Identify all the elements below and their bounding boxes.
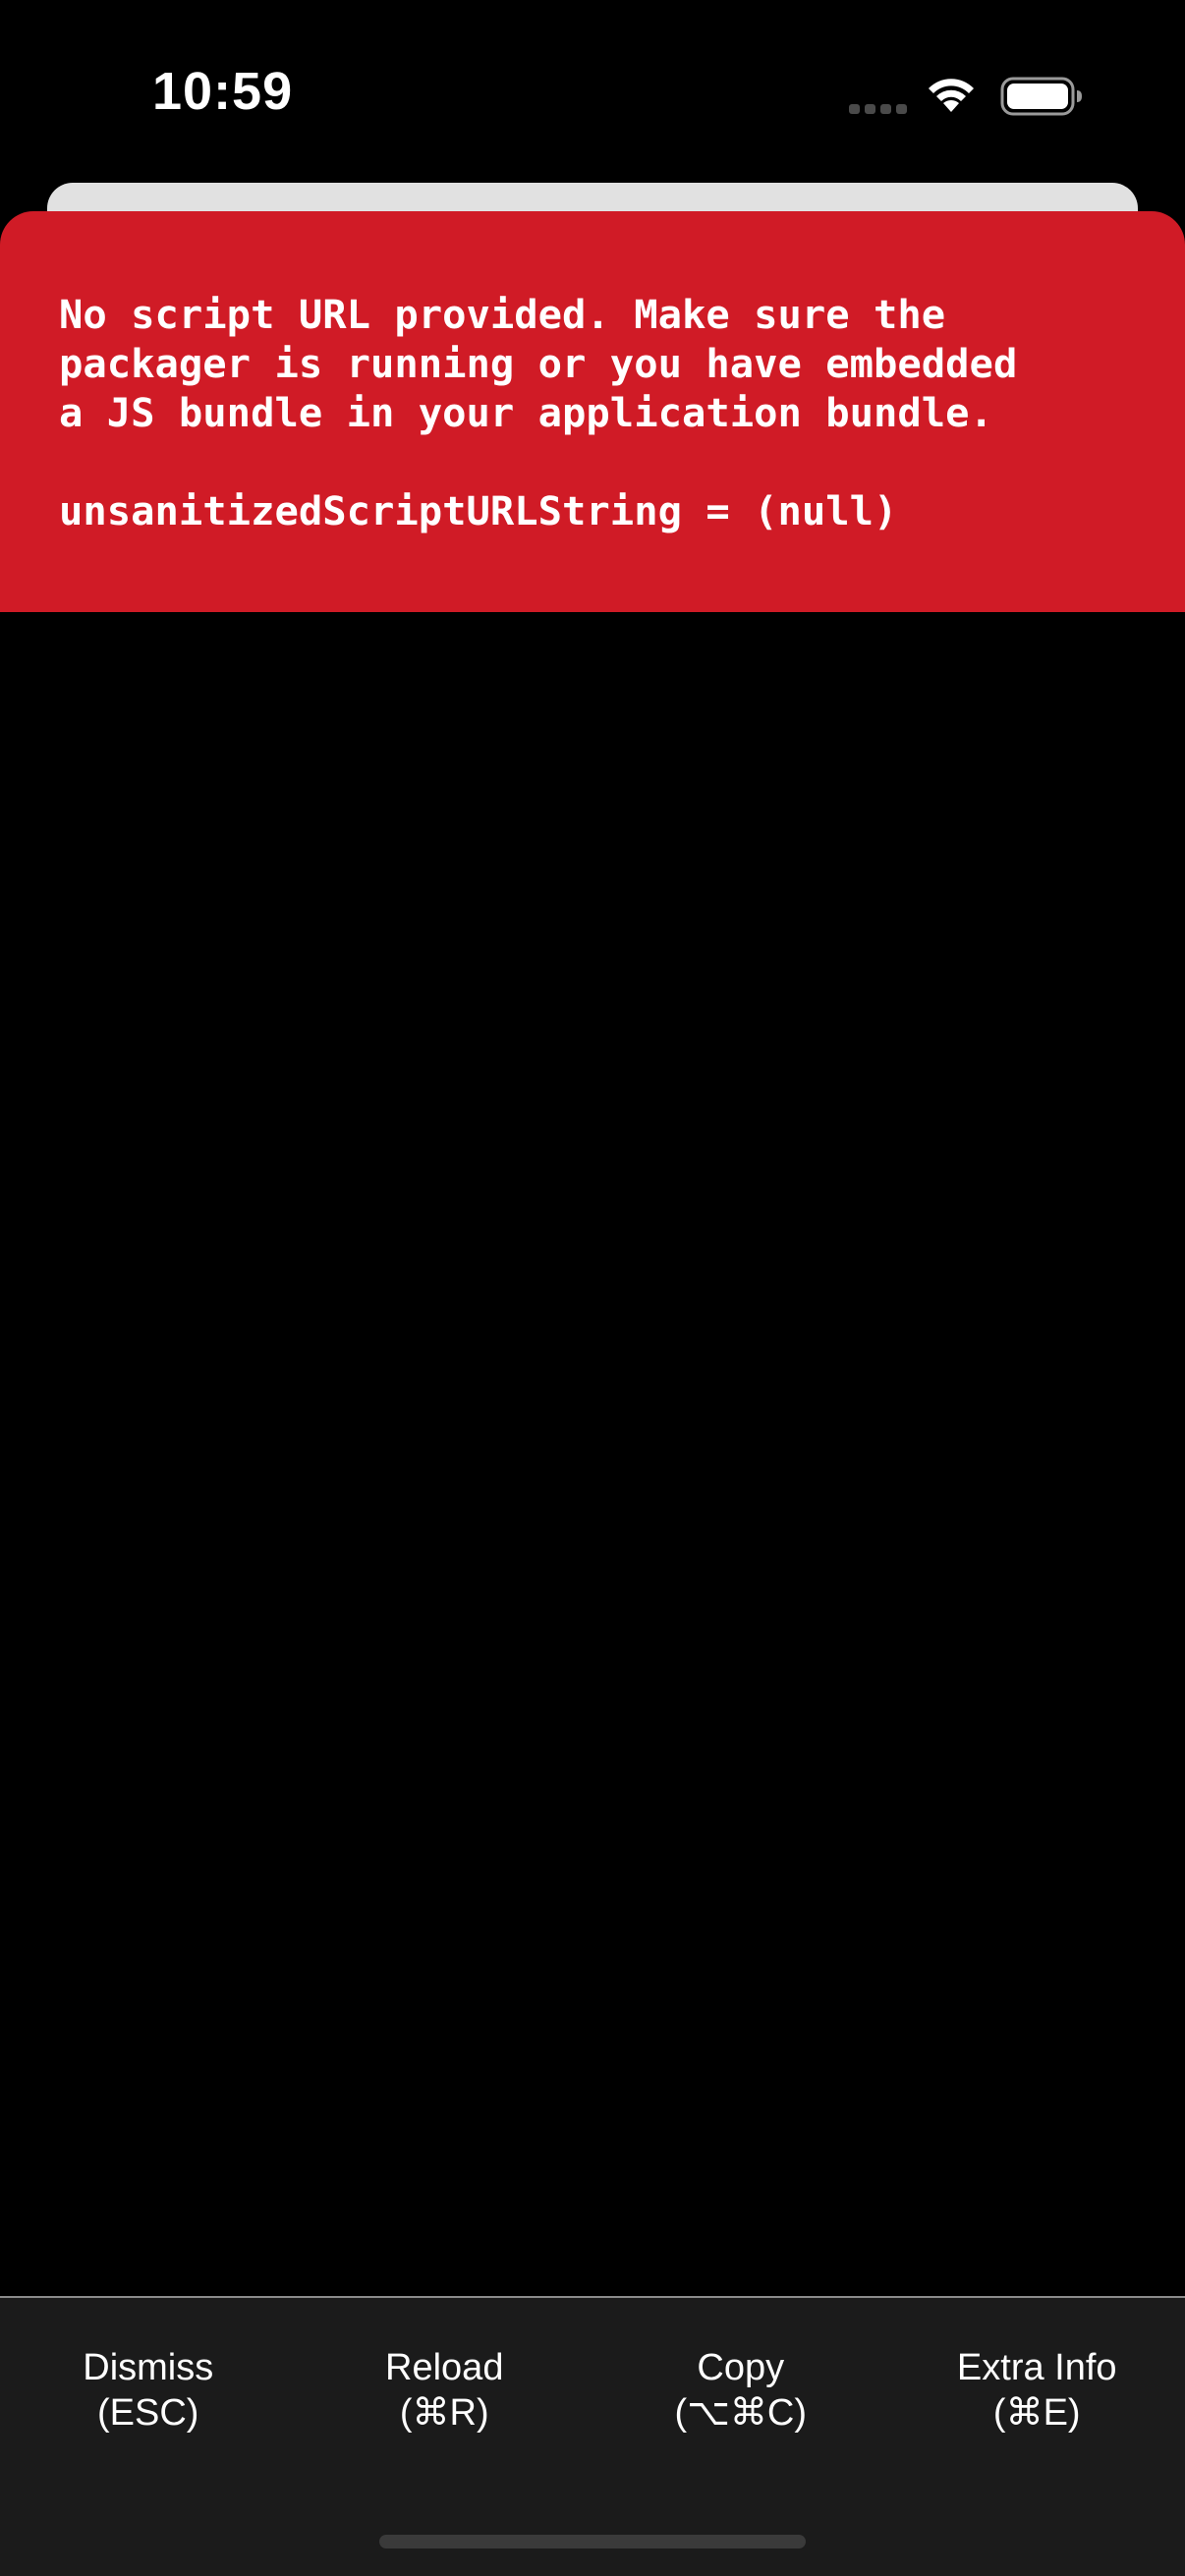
extra-info-button[interactable]: Extra Info (⌘E) <box>889 2345 1185 2436</box>
reload-shortcut: (⌘R) <box>399 2392 489 2434</box>
copy-button[interactable]: Copy (⌥⌘C) <box>592 2345 889 2436</box>
status-bar: 10:59 <box>0 0 1185 187</box>
extra-info-label: Extra Info <box>956 2347 1117 2388</box>
reload-label: Reload <box>385 2347 504 2388</box>
extra-info-shortcut: (⌘E) <box>992 2392 1081 2434</box>
reload-button[interactable]: Reload (⌘R) <box>297 2345 593 2436</box>
status-time: 10:59 <box>152 62 294 121</box>
error-sheet: No script URL provided. Make sure the pa… <box>0 211 1185 612</box>
battery-icon <box>1000 77 1082 116</box>
error-message: No script URL provided. Make sure the pa… <box>59 291 1018 436</box>
app-screen: 10:59 No script URL provided. Make sure … <box>0 0 1185 2576</box>
wifi-icon <box>929 79 974 112</box>
error-detail: unsanitizedScriptURLString = (null) <box>59 487 898 534</box>
copy-label: Copy <box>697 2347 785 2388</box>
dismiss-button[interactable]: Dismiss (ESC) <box>0 2345 297 2436</box>
home-indicator[interactable] <box>379 2535 806 2548</box>
dismiss-label: Dismiss <box>83 2347 214 2388</box>
copy-shortcut: (⌥⌘C) <box>674 2392 808 2434</box>
cellular-signal-icon <box>849 104 907 114</box>
dismiss-shortcut: (ESC) <box>97 2392 199 2434</box>
